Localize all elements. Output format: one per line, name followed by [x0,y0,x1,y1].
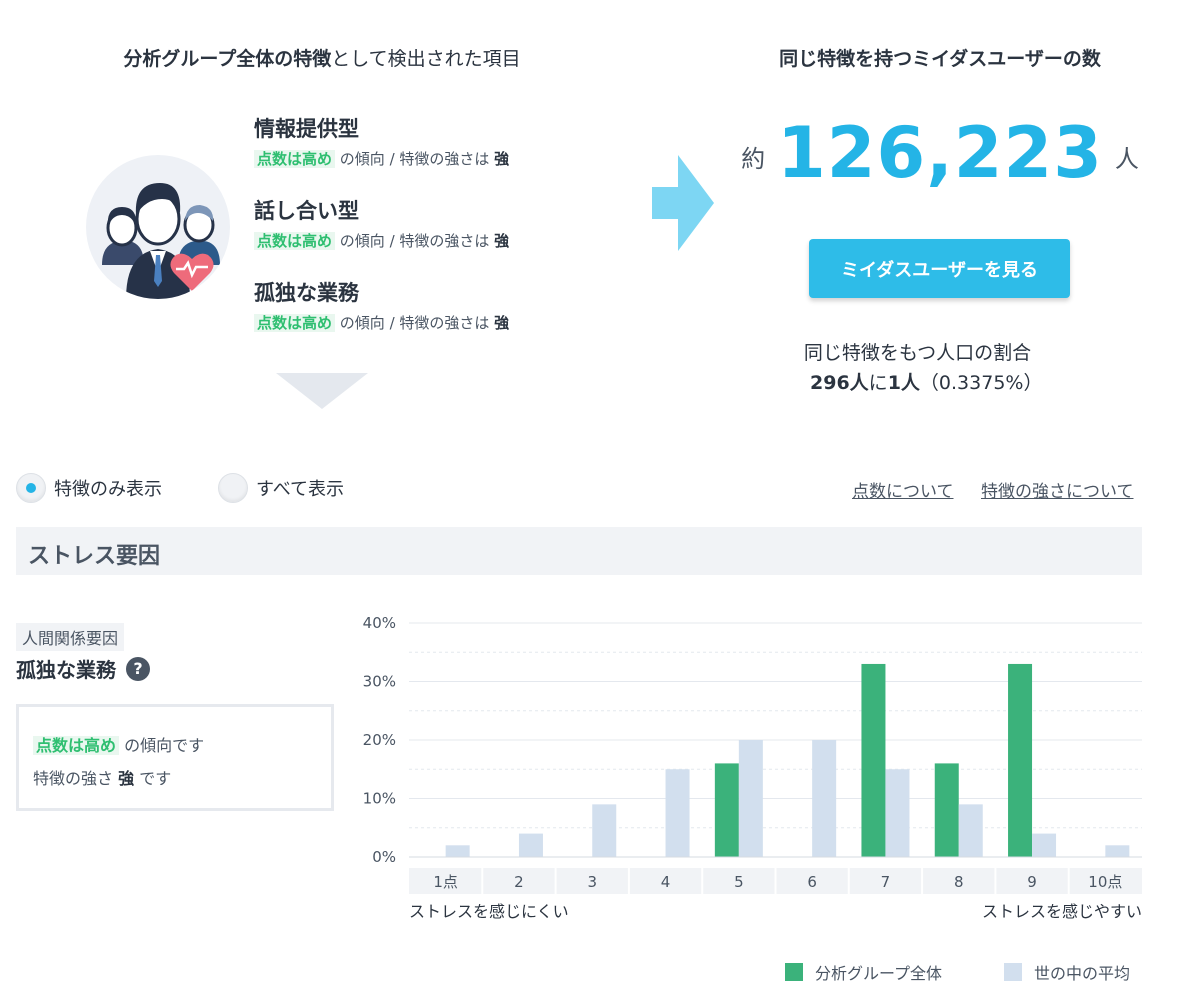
feature-desc-text: の傾向 / 特徴の強さは [339,232,490,250]
bar-average [445,845,470,857]
radio-show-all[interactable]: すべて表示 [218,473,344,503]
x-tick-label: 9 [1027,873,1037,891]
bar-average [592,804,617,857]
ratio-percent: （0.3375%） [919,372,1043,394]
x-tick-label: 4 [661,873,671,891]
y-tick-label: 20% [363,731,396,749]
y-tick-label: 10% [363,790,396,808]
feature-name: 話し合い型 [254,199,359,223]
about-strength-link[interactable]: 特徴の強さについて [981,477,1134,502]
feature-desc: 点数は高め の傾向 / 特徴の強さは 強 [254,147,634,171]
x-tick-label: 3 [587,873,597,891]
count-value: 126,223 [777,112,1103,194]
x-tick-label: 7 [881,873,891,891]
y-tick-label: 0% [372,848,396,866]
count-prefix: 約 [741,145,766,173]
user-count: 約 126,223 人 [720,112,1160,194]
left-title-bold: 分析グループ全体の特徴 [123,48,332,70]
ratio-one: 1人 [887,372,920,394]
x-left-label: ストレスを感じにくい [409,902,569,921]
bar-group [934,763,959,857]
legend-item-average: 世の中の平均 [1004,960,1130,984]
strength-value: 強 [118,769,135,788]
score-tag: 点数は高め [254,150,336,168]
bar-average [738,740,763,857]
ratio-label: 同じ特徴をもつ人口の割合 [803,342,1032,364]
view-users-button[interactable]: ミイダスユーザーを見る [809,239,1070,298]
feature-desc: 点数は高め の傾向 / 特徴の強さは 強 [254,311,634,335]
x-right-label: ストレスを感じやすい [982,902,1142,921]
factor-title-text: 孤独な業務 [16,658,116,682]
x-tick-label: 5 [734,873,744,891]
score-tag: 点数は高め [33,736,120,755]
bar-average [958,804,983,857]
count-unit: 人 [1114,145,1139,173]
radio-label: すべて表示 [256,479,345,500]
bar-average [665,769,690,857]
ratio-people: 296人 [810,372,869,394]
feature-item: 孤独な業務 点数は高め の傾向 / 特徴の強さは 強 [254,279,634,335]
feature-desc-text: の傾向 / 特徴の強さは [339,314,490,332]
bar-group [1008,663,1033,857]
down-triangle-icon [276,373,368,409]
x-tick-label: 10点 [1088,873,1122,891]
strength-suffix: です [139,769,172,788]
bar-average [1105,845,1130,857]
info-line-tendency: 点数は高め の傾向です [33,729,317,762]
strength-value: 強 [494,232,510,250]
radio-unselected-icon[interactable] [218,473,248,503]
radio-features-only[interactable]: 特徴のみ表示 [16,473,162,503]
bar-group [714,763,739,857]
strength-value: 強 [494,150,510,168]
section-header: ストレス要因 [16,527,1142,575]
feature-item: 情報提供型 点数は高め の傾向 / 特徴の強さは 強 [254,115,634,171]
bar-group [861,663,886,857]
feature-item: 話し合い型 点数は高め の傾向 / 特徴の強さは 強 [254,197,634,253]
right-title: 同じ特徴を持つミイダスユーザーの数 [779,48,1101,70]
feature-name: 情報提供型 [254,117,359,141]
x-tick-label: 2 [514,873,524,891]
strength-value: 強 [494,314,510,332]
score-tag: 点数は高め [254,314,336,332]
factor-title: 孤独な業務 ? [16,654,150,683]
stress-distribution-chart: 0% 10% 20% 30% 40% 1点 2 3 4 5 6 7 8 9 10点ストレスを感じにくい ストレ… [363,614,1142,921]
left-title: 分析グループ全体の特徴として検出された項目 [0,44,644,71]
tendency-text: の傾向です [124,736,205,755]
legend-item-group: 分析グループ全体 [785,960,942,984]
radio-selected-icon[interactable] [16,473,46,503]
feature-desc: 点数は高め の傾向 / 特徴の強さは 強 [254,229,634,253]
score-tag: 点数は高め [254,232,336,250]
group-avatar-icon [86,155,230,299]
bar-average [518,833,543,857]
help-icon[interactable]: ? [126,656,150,681]
legend-swatch-green [785,963,803,981]
ratio-mid: に [868,372,888,394]
category-tag: 人間関係要因 [16,623,125,651]
factor-info-box: 点数は高め の傾向です 特徴の強さ 強 です [16,704,334,811]
left-title-rest: として検出された項目 [331,48,521,70]
y-tick-label: 40% [363,614,396,632]
radio-label: 特徴のみ表示 [54,479,162,500]
ratio-value: 296人に1人（0.3375%） [810,368,1042,395]
y-tick-label: 30% [363,673,396,691]
section-title: ストレス要因 [28,544,161,569]
x-tick-label: 1点 [433,873,458,891]
feature-desc-text: の傾向 / 特徴の強さは [339,150,490,168]
x-tick-label: 8 [954,873,964,891]
feature-name: 孤独な業務 [254,281,359,305]
bar-average [812,740,837,857]
legend-swatch-blue [1004,963,1022,981]
legend-label: 分析グループ全体 [815,964,943,983]
legend-label: 世の中の平均 [1034,964,1131,983]
bar-average [1032,833,1057,857]
right-arrow-icon [652,155,714,251]
about-score-link[interactable]: 点数について [852,477,954,502]
info-line-strength: 特徴の強さ 強 です [33,762,317,795]
bar-average [885,769,910,857]
strength-label: 特徴の強さ [33,769,114,788]
x-tick-label: 6 [807,873,817,891]
